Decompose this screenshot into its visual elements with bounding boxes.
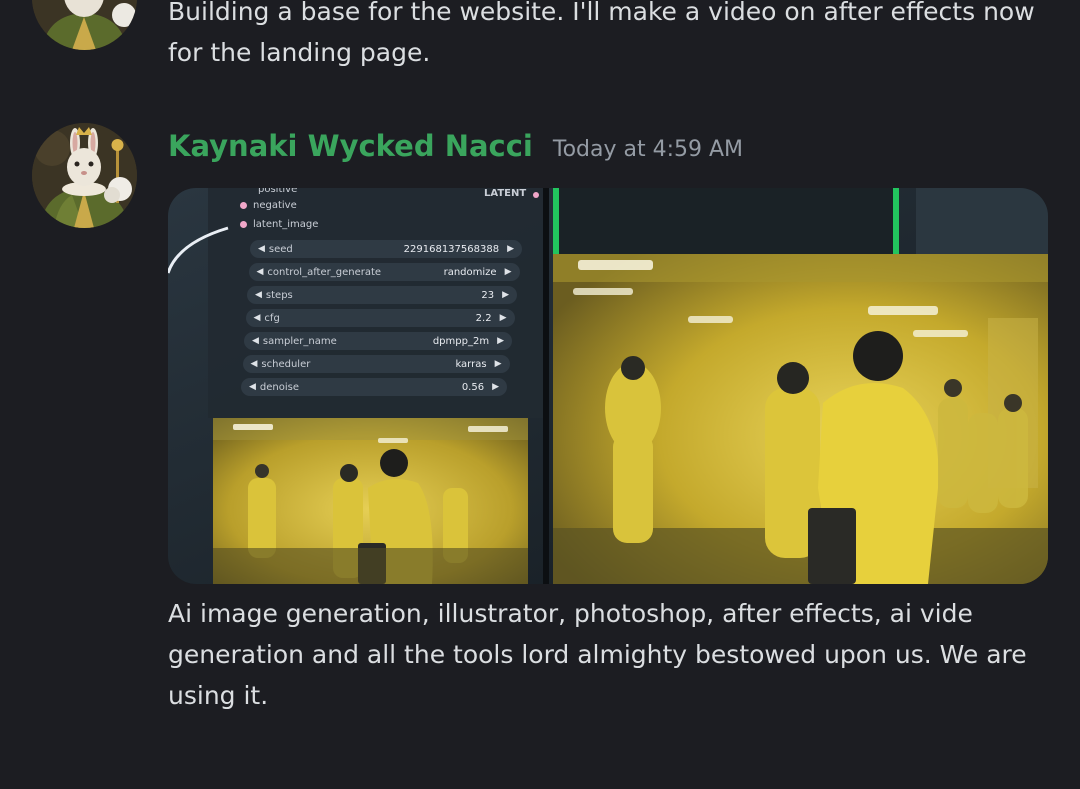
- attachment-photo: [168, 188, 1048, 584]
- avatar-previous-message[interactable]: [32, 0, 137, 50]
- rabbit-avatar-image: [32, 0, 137, 50]
- message-timestamp[interactable]: Today at 4:59 AM: [553, 131, 743, 162]
- avatar-kaynaki[interactable]: [32, 123, 137, 228]
- image-attachment[interactable]: positive LATENT negative latent_image ◀ s…: [168, 188, 1048, 584]
- message-text: Ai image generation, illustrator, photos…: [168, 599, 1027, 710]
- rabbit-avatar-image: [32, 123, 137, 228]
- author-name[interactable]: Kaynaki Wycked Nacci: [168, 129, 533, 163]
- message-text-previous: Building a base for the website. I'll ma…: [168, 0, 1035, 67]
- message-header: Kaynaki Wycked Nacci Today at 4:59 AM: [168, 124, 743, 168]
